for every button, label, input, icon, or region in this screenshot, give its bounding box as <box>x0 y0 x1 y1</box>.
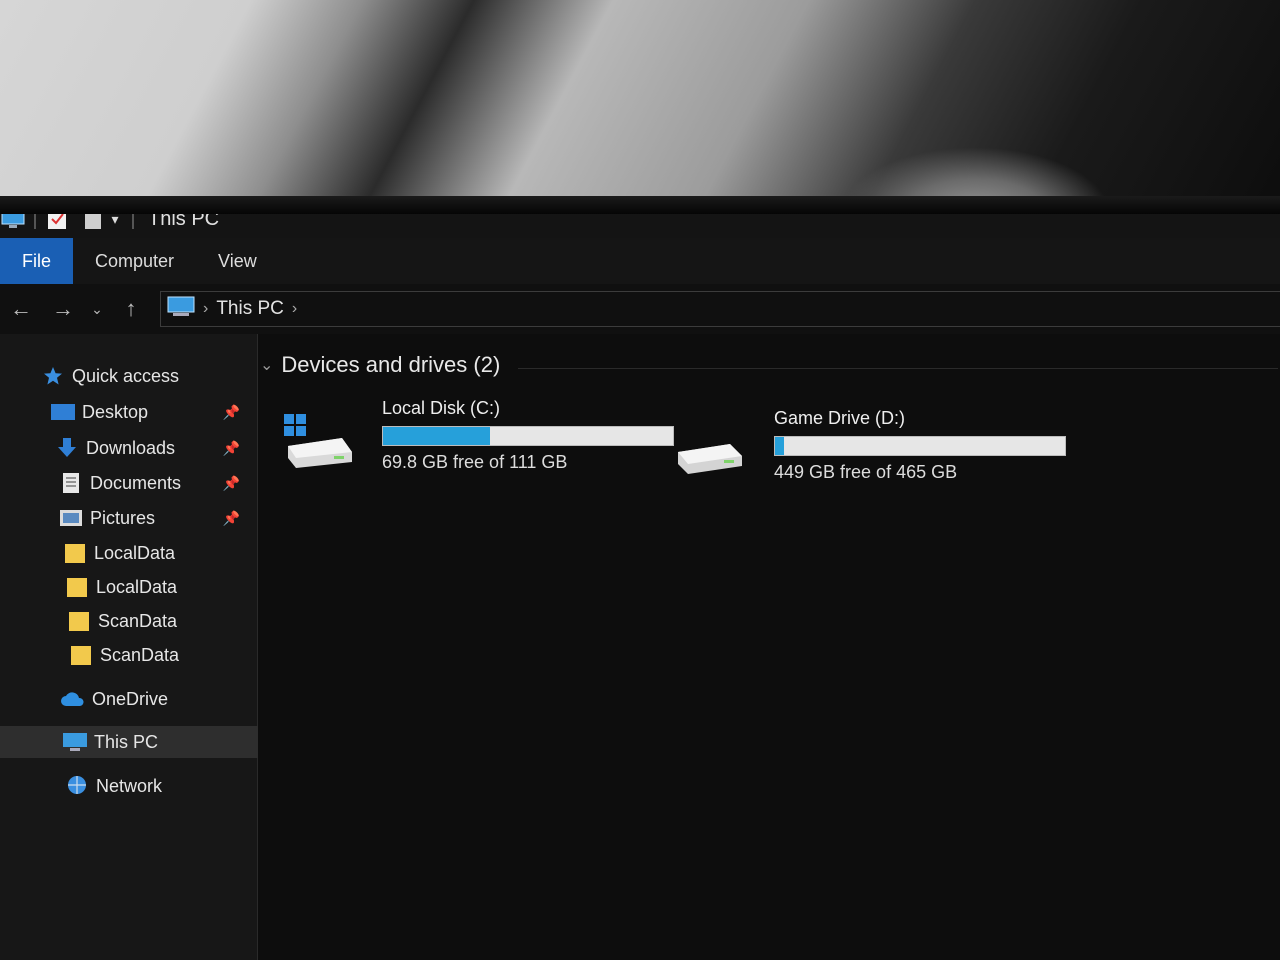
network-icon <box>64 775 90 797</box>
tab-file[interactable]: File <box>0 238 74 284</box>
address-bar[interactable]: › This PC › <box>160 291 1280 327</box>
back-arrow-icon[interactable]: ← <box>0 296 42 322</box>
breadcrumb-chevron-icon[interactable]: › <box>203 300 208 318</box>
pin-icon[interactable]: 📌 <box>223 510 240 527</box>
windows-drive-icon <box>282 412 362 468</box>
drive-tile-d[interactable]: Game Drive (D:) 449 GB free of 465 GB <box>674 408 1066 488</box>
drive-name: Game Drive (D:) <box>774 408 906 428</box>
sidebar-item-network[interactable]: Network <box>0 770 258 802</box>
group-title: Devices and drives (2) <box>281 352 501 377</box>
photo-backdrop <box>0 0 1280 215</box>
sidebar-item-label: This PC <box>94 731 159 752</box>
sidebar-item-localdata[interactable]: LocalData <box>0 571 258 603</box>
forward-arrow-icon[interactable]: → <box>42 296 84 322</box>
star-icon <box>40 365 66 387</box>
drive-usage-fill <box>775 437 784 455</box>
sidebar-item-label: Documents <box>90 472 182 493</box>
computer-icon <box>167 296 195 323</box>
sidebar-item-pictures[interactable]: Pictures 📌 <box>0 502 258 534</box>
pictures-icon <box>58 507 84 529</box>
tab-view[interactable]: View <box>196 238 279 284</box>
sidebar-item-label: Pictures <box>90 507 156 528</box>
drive-free-space: 449 GB free of 465 GB <box>774 462 958 482</box>
document-icon <box>58 472 84 494</box>
sidebar-item-onedrive[interactable]: OneDrive <box>0 683 258 715</box>
sidebar-item-desktop[interactable]: Desktop 📌 <box>0 396 258 428</box>
sidebar-item-downloads[interactable]: Downloads 📌 <box>0 432 258 464</box>
drive-icon <box>674 422 754 478</box>
pin-icon[interactable]: 📌 <box>223 475 240 492</box>
sidebar-item-label: ScanData <box>98 610 178 631</box>
desktop-icon <box>50 401 76 423</box>
sidebar-item-label: LocalData <box>96 576 178 597</box>
sidebar-item-scandata[interactable]: ScanData <box>0 639 258 671</box>
sidebar-item-label: ScanData <box>100 644 180 665</box>
cloud-icon <box>60 688 86 710</box>
folder-icon <box>66 610 92 632</box>
up-arrow-icon[interactable]: ↑ <box>110 296 152 322</box>
pin-icon[interactable]: 📌 <box>223 404 240 421</box>
ribbon-tabs: File Computer View <box>0 238 1280 284</box>
folder-icon <box>64 576 90 598</box>
recent-locations-chevron-icon[interactable]: ⌄ <box>84 301 110 318</box>
drive-tile-c[interactable]: Local Disk (C:) 69.8 GB free of 111 GB <box>282 398 674 478</box>
pin-icon[interactable]: 📌 <box>223 440 240 457</box>
breadcrumb-chevron-icon[interactable]: › <box>292 300 297 318</box>
computer-icon <box>62 731 88 753</box>
sidebar-item-label: OneDrive <box>92 688 169 709</box>
drive-usage-fill <box>383 427 491 445</box>
navigation-pane: Quick access Desktop 📌 Downloads 📌 Docum… <box>0 334 258 960</box>
drive-usage-bar <box>382 426 674 446</box>
monitor-bezel <box>0 196 1280 214</box>
sidebar-item-scandata[interactable]: ScanData <box>0 605 258 637</box>
chevron-down-icon[interactable]: ⌄ <box>260 355 273 375</box>
folder-icon <box>68 644 94 666</box>
drive-usage-bar <box>774 436 1066 456</box>
sidebar-item-localdata[interactable]: LocalData <box>0 537 258 569</box>
drive-name: Local Disk (C:) <box>382 398 501 418</box>
sidebar-item-documents[interactable]: Documents 📌 <box>0 467 258 499</box>
folder-icon <box>62 542 88 564</box>
group-divider <box>518 368 1278 369</box>
sidebar-item-label: Quick access <box>72 365 180 386</box>
breadcrumb-this-pc[interactable]: This PC <box>216 298 284 320</box>
drive-free-space: 69.8 GB free of 111 GB <box>382 452 568 472</box>
sidebar-item-label: Network <box>96 775 163 796</box>
sidebar-item-this-pc[interactable]: This PC <box>0 726 258 758</box>
sidebar-item-label: Downloads <box>86 437 176 458</box>
tab-computer[interactable]: Computer <box>73 238 196 284</box>
group-header-devices[interactable]: ⌄ Devices and drives (2) <box>260 352 500 378</box>
navigation-bar: ← → ⌄ ↑ › This PC › <box>0 284 1280 334</box>
download-icon <box>54 437 80 459</box>
sidebar-item-label: Desktop <box>82 401 149 422</box>
file-explorer-window: ▾ This PC File Computer View ← → ⌄ ↑ › T… <box>0 200 1280 960</box>
content-pane: ⌄ Devices and drives (2) Local Disk (C:)… <box>258 334 1280 960</box>
sidebar-item-label: LocalData <box>94 542 176 563</box>
sidebar-item-quick-access[interactable]: Quick access <box>0 360 258 392</box>
